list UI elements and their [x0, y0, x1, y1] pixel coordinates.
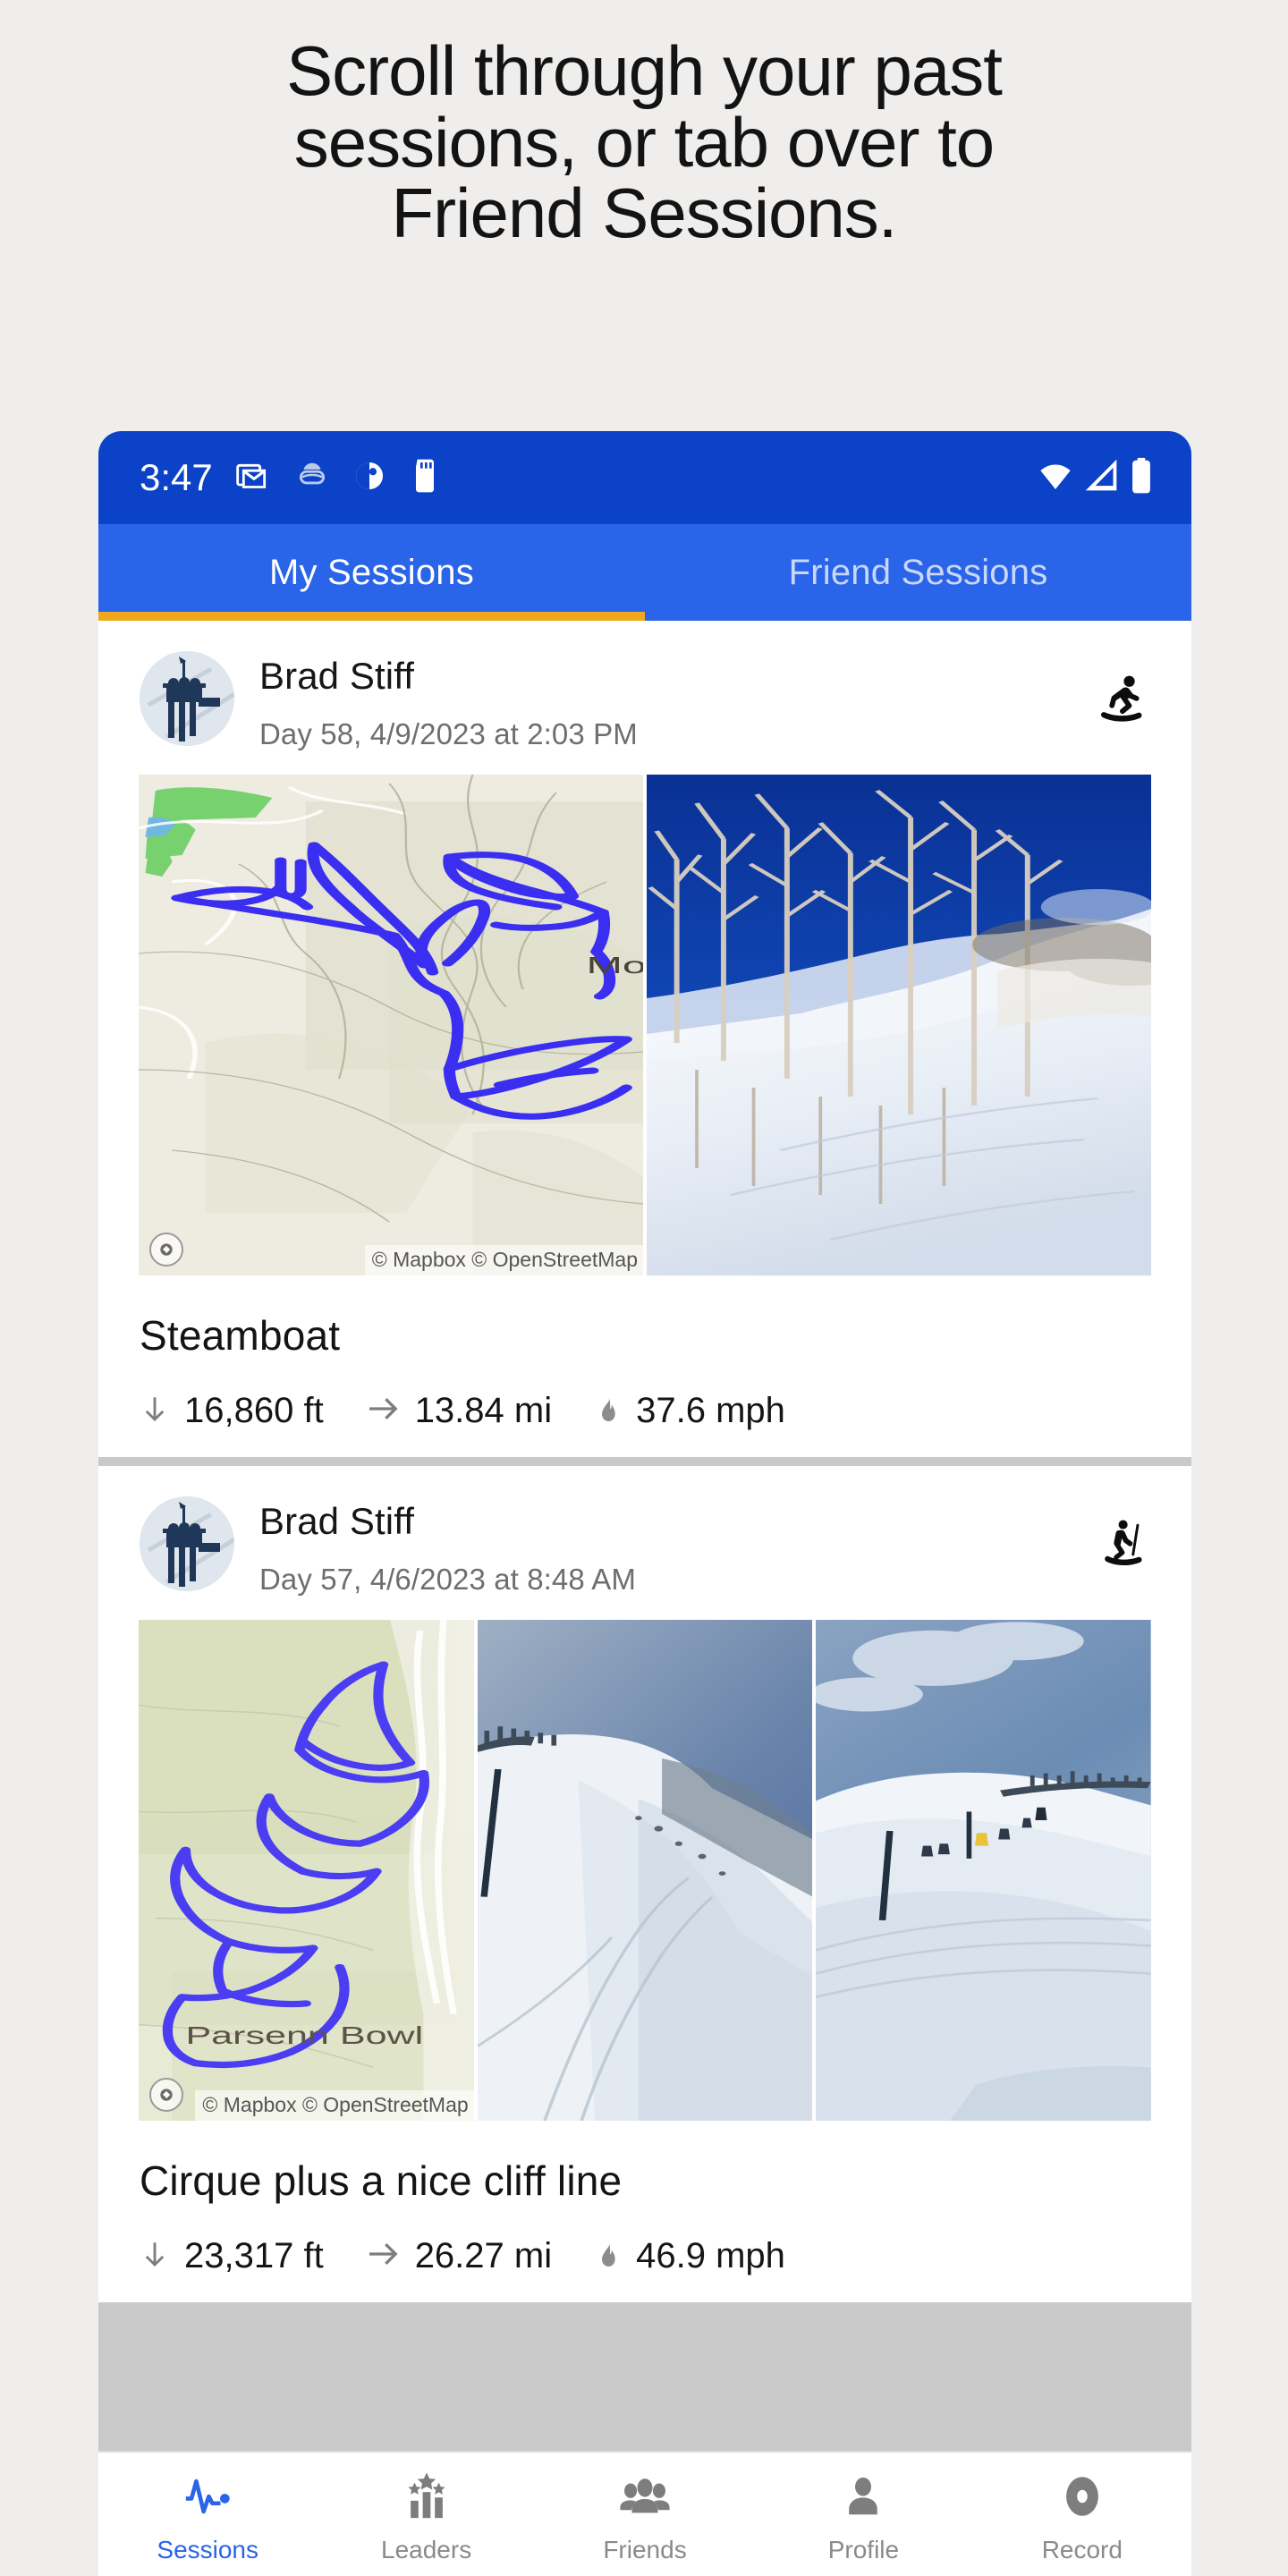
- bottom-navigation[interactable]: Sessions Leaders Friends Profile Record: [98, 2451, 1191, 2576]
- sessions-feed[interactable]: Brad Stiff Day 58, 4/9/2023 at 2:03 PM M…: [98, 621, 1191, 2302]
- session-title: Steamboat: [140, 1312, 341, 1359]
- session-media-strip[interactable]: Mou © Mapbox © OpenStreetMap: [98, 775, 1191, 1275]
- session-photo[interactable]: [647, 775, 1151, 1275]
- tab-friend-sessions[interactable]: Friend Sessions: [645, 524, 1191, 621]
- snowboarder-icon: [1093, 651, 1150, 733]
- session-stats: 23,317 ft 26.27 mi 46.9 mph: [98, 2205, 1191, 2290]
- session-stats: 16,860 ft 13.84 mi 37.6 mph: [98, 1360, 1191, 1445]
- nav-label-sessions: Sessions: [157, 2536, 259, 2563]
- nav-label-record: Record: [1041, 2536, 1123, 2563]
- status-bar: 3:47: [98, 431, 1191, 524]
- pulse-icon: [180, 2470, 235, 2527]
- stat-distance-value: 26.27 mi: [414, 2236, 553, 2275]
- status-bar-clock: 3:47: [140, 456, 213, 498]
- nav-label-leaders: Leaders: [381, 2536, 472, 2563]
- session-user-name: Brad Stiff: [259, 1500, 414, 1542]
- session-card-header: Brad Stiff Day 58, 4/9/2023 at 2:03 PM: [98, 621, 1191, 775]
- flame-icon: [593, 1390, 622, 1432]
- stat-distance: 26.27 mi: [365, 2235, 552, 2277]
- battery-icon: [1129, 456, 1154, 500]
- podium-star-icon: [401, 2470, 453, 2527]
- record-circle-icon: [1056, 2470, 1108, 2527]
- contrast-icon: [352, 459, 386, 497]
- stat-speed-value: 37.6 mph: [636, 1391, 785, 1430]
- arrow-right-icon: [365, 1390, 401, 1432]
- svg-text:Parsenn Bowl: Parsenn Bowl: [185, 2021, 423, 2049]
- person-icon: [839, 2470, 887, 2527]
- arrow-down-icon: [140, 2235, 170, 2277]
- stat-speed-value: 46.9 mph: [636, 2236, 785, 2275]
- session-date: Day 57, 4/6/2023 at 8:48 AM: [259, 1563, 636, 1596]
- session-map[interactable]: Mou © Mapbox © OpenStreetMap: [139, 775, 643, 1275]
- wifi-icon: [1036, 458, 1075, 498]
- nav-item-record[interactable]: Record: [973, 2453, 1191, 2576]
- nav-item-friends[interactable]: Friends: [536, 2453, 754, 2576]
- stat-vertical: 16,860 ft: [140, 1390, 324, 1432]
- session-card[interactable]: Brad Stiff Day 58, 4/9/2023 at 2:03 PM M…: [98, 621, 1191, 1457]
- skier-icon: [1093, 1496, 1150, 1578]
- session-map[interactable]: Parsenn Bowl © Mapbox © OpenStreetMap: [139, 1620, 474, 2121]
- svg-text:Mou: Mou: [587, 953, 643, 979]
- flame-icon: [593, 2235, 622, 2277]
- sd-card-icon: [410, 458, 440, 498]
- session-media-strip[interactable]: Parsenn Bowl © Mapbox © OpenStreetMap: [98, 1620, 1191, 2121]
- session-date: Day 58, 4/9/2023 at 2:03 PM: [259, 717, 638, 750]
- nav-label-friends: Friends: [603, 2536, 687, 2563]
- stat-vertical: 23,317 ft: [140, 2235, 324, 2277]
- nav-item-sessions[interactable]: Sessions: [98, 2453, 317, 2576]
- stat-vertical-value: 23,317 ft: [184, 2236, 324, 2275]
- goggles-icon: [295, 459, 329, 497]
- stat-distance-value: 13.84 mi: [414, 1391, 553, 1430]
- session-photo[interactable]: [816, 1620, 1152, 2121]
- stat-vertical-value: 16,860 ft: [184, 1391, 324, 1430]
- session-card-header: Brad Stiff Day 57, 4/6/2023 at 8:48 AM: [98, 1466, 1191, 1620]
- stat-distance: 13.84 mi: [365, 1390, 552, 1432]
- session-photo[interactable]: [477, 1620, 813, 2121]
- signal-icon: [1084, 458, 1120, 498]
- avatar[interactable]: [140, 651, 234, 746]
- avatar[interactable]: [140, 1496, 234, 1591]
- nav-label-profile: Profile: [827, 2536, 900, 2563]
- arrow-right-icon: [365, 2235, 401, 2277]
- map-attribution: © Mapbox © OpenStreetMap: [195, 2090, 474, 2121]
- session-card[interactable]: Brad Stiff Day 57, 4/6/2023 at 8:48 AM P…: [98, 1466, 1191, 2302]
- tab-my-sessions[interactable]: My Sessions: [98, 524, 645, 621]
- stat-speed: 46.9 mph: [593, 2235, 785, 2277]
- gmail-icon: [236, 458, 272, 498]
- session-user-name: Brad Stiff: [259, 655, 414, 697]
- people-icon: [617, 2470, 673, 2527]
- map-info-badge[interactable]: [149, 2078, 183, 2112]
- session-title: Cirque plus a nice cliff line: [140, 2157, 623, 2204]
- session-tabs[interactable]: My Sessions Friend Sessions: [98, 524, 1191, 621]
- nav-item-profile[interactable]: Profile: [754, 2453, 972, 2576]
- phone-screenshot: 3:47 My Sessions Friend Sessions Brad St…: [98, 431, 1191, 2576]
- headline-line-1: Scroll through your past: [286, 31, 1003, 110]
- arrow-down-icon: [140, 1390, 170, 1432]
- page-title: Scroll through your past sessions, or ta…: [0, 0, 1288, 250]
- stat-speed: 37.6 mph: [593, 1390, 785, 1432]
- headline-line-3: Friend Sessions.: [391, 174, 898, 253]
- tab-active-indicator: [98, 612, 645, 621]
- map-info-badge[interactable]: [149, 1233, 183, 1267]
- map-attribution: © Mapbox © OpenStreetMap: [364, 1245, 643, 1275]
- headline-line-2: sessions, or tab over to: [293, 102, 995, 182]
- nav-item-leaders[interactable]: Leaders: [317, 2453, 535, 2576]
